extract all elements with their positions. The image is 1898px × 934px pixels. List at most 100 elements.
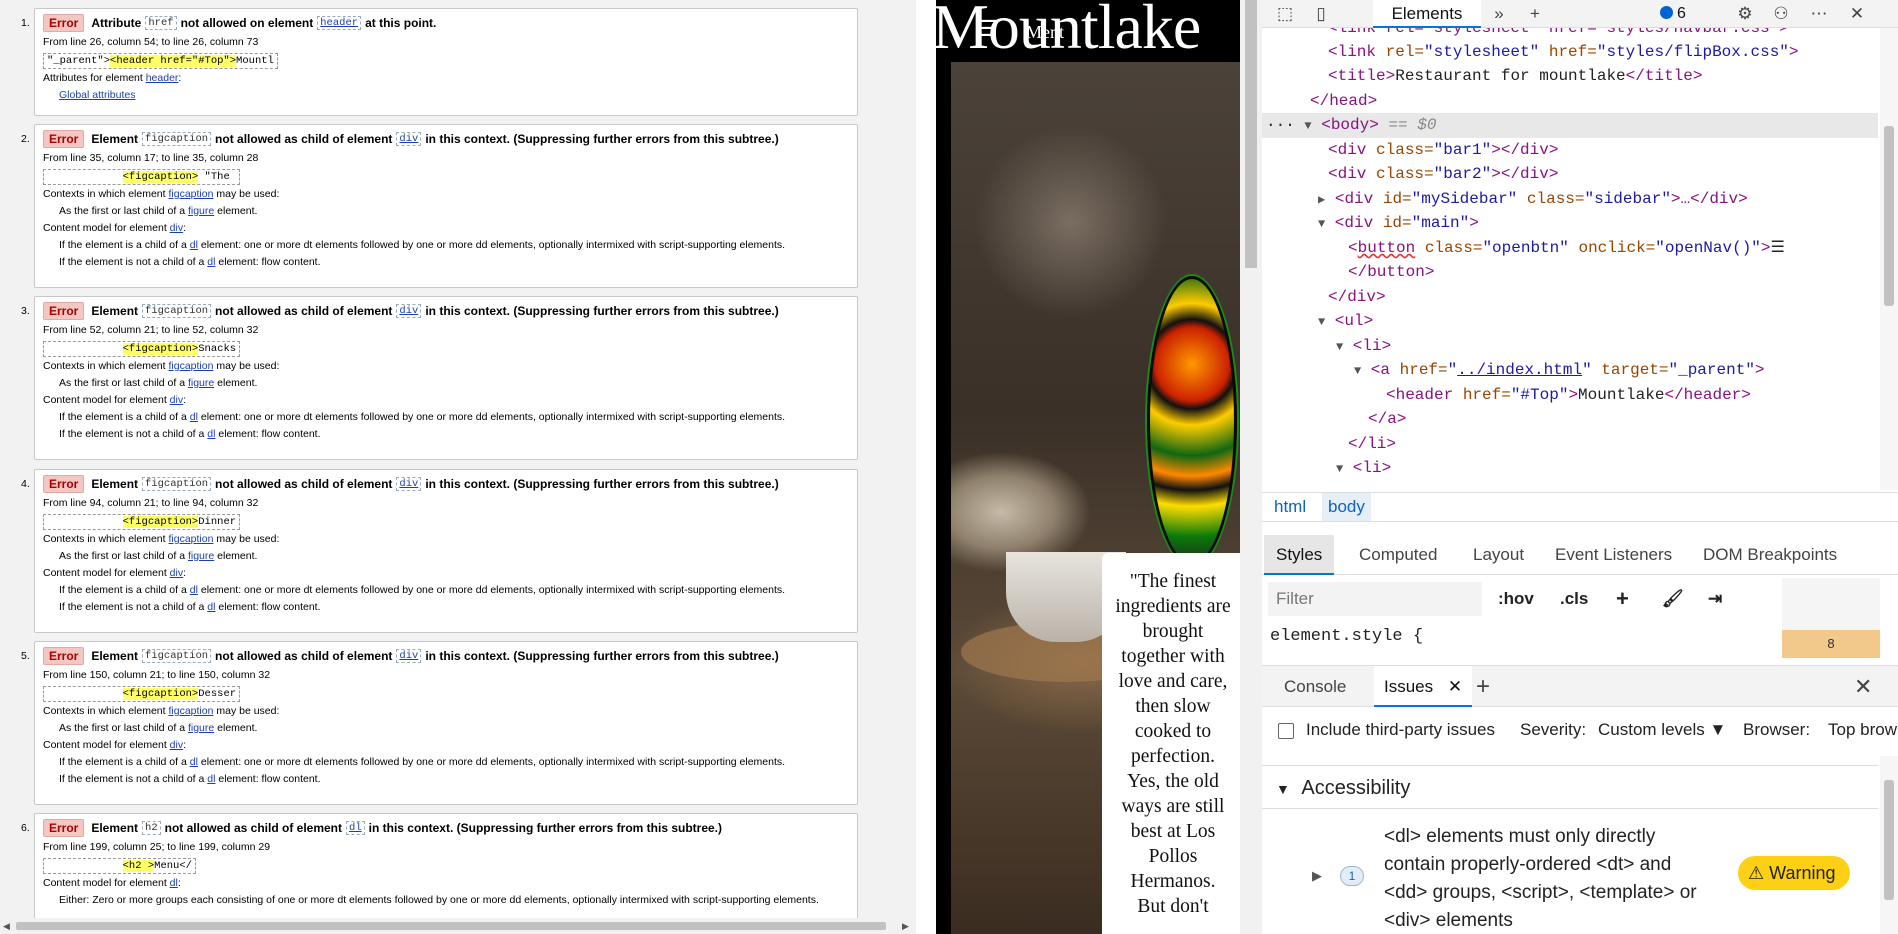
error-number: 2. [21,133,30,145]
error-card: 5. Error Element figcaption not allowed as c… [21,641,858,805]
scroll-left-arrow-icon[interactable]: ◀ [3,921,10,932]
href-link[interactable]: ../index.html [1457,361,1582,379]
detail-link[interactable]: figcaption [168,705,213,717]
detail-link[interactable]: dl [190,411,198,423]
more-tabs-icon[interactable]: » [1488,4,1510,24]
dom-line-head-close[interactable]: </head> [1310,89,1377,114]
paint-icon[interactable]: 🖌 [1662,582,1684,616]
browser-select[interactable]: Top brow [1828,720,1897,740]
expand-triangle-icon[interactable]: ▼ [1304,119,1311,133]
tab-event-listeners[interactable]: Event Listeners [1555,535,1672,575]
new-rule-icon[interactable]: + [1616,582,1629,616]
box-model-value[interactable]: 8 [1782,630,1880,658]
dom-line-body[interactable]: ··· ▼ <body> == $0 [1262,113,1878,138]
inspect-element-icon[interactable]: ⬚ [1274,4,1296,24]
preview-scroll-thumb[interactable] [1245,0,1257,268]
settings-gear-icon[interactable]: ⚙ [1734,4,1756,24]
detail-link[interactable]: dl [190,239,198,251]
dom-line-li[interactable]: ▼ <li> [1336,334,1391,359]
validator-hscroll-thumb[interactable] [16,922,886,930]
dom-line-header[interactable]: <header href="#Top">Mountlake</header> [1386,383,1751,408]
dom-line-anchor-close[interactable]: </a> [1368,407,1406,432]
error-detail-line: Attributes for element header: [43,72,849,86]
dom-line-anchor[interactable]: ▼ <a href="../index.html" target="_paren… [1354,358,1765,383]
more-options-icon[interactable]: ⋯ [1808,4,1830,24]
dom-line-button-close[interactable]: </button> [1348,260,1434,285]
expand-issue-icon[interactable]: ▶ [1312,862,1322,890]
close-tab-icon[interactable]: ✕ [1448,677,1462,696]
accessibility-section-header[interactable]: ▼ Accessibility [1262,765,1878,809]
dom-line-sidebar[interactable]: ▶ <div id="mySidebar" class="sidebar">…<… [1318,187,1748,212]
add-tab-icon[interactable]: + [1524,4,1546,24]
dom-scroll-thumb[interactable] [1884,126,1894,306]
detail-link[interactable]: Global attributes [59,89,135,101]
detail-link[interactable]: figure [188,550,214,562]
site-title[interactable]: Mountlake [936,0,1201,64]
dom-line-li-close[interactable]: </li> [1348,432,1396,457]
detail-link[interactable]: figure [188,377,214,389]
dom-line-ul[interactable]: ▼ <ul> [1318,309,1373,334]
third-party-checkbox[interactable] [1278,723,1294,739]
detail-link[interactable]: header [146,72,179,84]
tab-issues[interactable]: Issues ✕ [1374,666,1473,707]
dom-line-bar1[interactable]: <div class="bar1"></div> [1328,138,1558,163]
dom-line-title[interactable]: <title>Restaurant for mountlake</title> [1328,64,1702,89]
error-code-link[interactable]: div [396,649,422,663]
device-emulation-icon[interactable]: ▯ [1310,4,1332,24]
detail-link[interactable]: figcaption [168,360,213,372]
cls-button[interactable]: .cls [1560,582,1588,616]
detail-link[interactable]: div [170,222,183,234]
tab-console[interactable]: Console [1284,666,1346,707]
quote-card: "The finest ingredients are brought toge… [1102,553,1240,934]
menu-icon[interactable]: ☰ [978,16,998,42]
close-devtools-icon[interactable]: ✕ [1846,4,1868,24]
detail-link[interactable]: div [170,567,183,579]
issues-count-badge[interactable]: 6 [1654,3,1692,25]
detail-link[interactable]: figure [188,722,214,734]
dom-line-li2[interactable]: ▼ <li> [1336,456,1391,481]
crumb-html[interactable]: html [1274,493,1306,521]
toggle-sidebar-icon[interactable]: ⇥ [1708,582,1722,616]
detail-text: Contexts in which element [43,705,169,717]
detail-link[interactable]: dl [190,584,198,596]
crumb-body[interactable]: body [1322,493,1371,521]
add-drawer-tab-icon[interactable]: + [1476,666,1490,707]
issue-item[interactable]: ▶ 1 <dl> elements must only directly con… [1262,818,1878,934]
error-code-link[interactable]: dl [346,821,365,835]
tab-layout[interactable]: Layout [1473,535,1524,575]
customize-icon[interactable]: ⚇ [1770,4,1792,24]
detail-link[interactable]: div [170,739,183,751]
severity-select[interactable]: Custom levels ▼ [1598,720,1726,740]
detail-link[interactable]: div [170,394,183,406]
element-style-rule[interactable]: element.style { [1270,627,1423,646]
scroll-right-arrow-icon[interactable]: ▶ [902,921,909,932]
tab-dom-breakpoints[interactable]: DOM Breakpoints [1703,535,1837,575]
styles-filter-input[interactable]: Filter [1268,582,1482,616]
error-text: Attribute [91,16,142,30]
error-code-link[interactable]: div [396,477,422,491]
error-code-link[interactable]: div [396,132,422,146]
tab-elements[interactable]: Elements [1373,0,1481,28]
tab-styles[interactable]: Styles [1264,535,1335,575]
hov-button[interactable]: :hov [1498,582,1534,616]
dom-line-div-close[interactable]: </div> [1328,285,1386,310]
dom-line-main[interactable]: ▼ <div id="main"> [1318,211,1479,236]
detail-link[interactable]: figure [188,205,214,217]
dom-line-bar2[interactable]: <div class="bar2"></div> [1328,162,1558,187]
detail-link[interactable]: dl [190,756,198,768]
close-drawer-icon[interactable]: ✕ [1854,666,1872,707]
detail-link[interactable]: figcaption [168,188,213,200]
dom-line-button[interactable]: <button class="openbtn" onclick="openNav… [1348,236,1785,261]
error-detail-line: Content model for element dl: [43,877,849,891]
validator-vertical-scrollbar[interactable] [913,0,916,918]
dom-line-link-navbar[interactable]: <link rel="stylesheet" href="styles/navb… [1328,28,1789,41]
detail-link[interactable]: figcaption [168,533,213,545]
error-code: figcaption [142,304,212,318]
dom-line-link-flipbox[interactable]: <link rel="stylesheet" href="styles/flip… [1328,40,1799,65]
error-code-link[interactable]: div [396,304,422,318]
tab-computed[interactable]: Computed [1359,535,1437,575]
issues-scroll-thumb[interactable] [1884,780,1894,900]
error-code-link[interactable]: header [317,16,362,30]
menu-text[interactable]: Ment [1026,22,1064,43]
detail-link[interactable]: dl [170,877,178,889]
